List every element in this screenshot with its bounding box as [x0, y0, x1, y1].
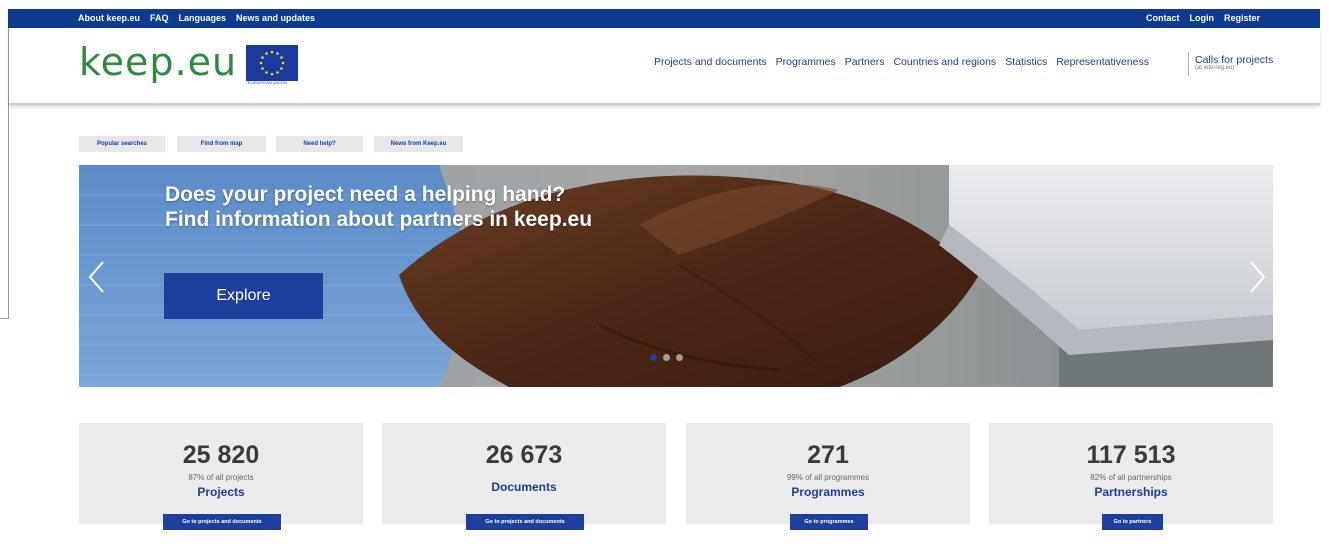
eu-caption: EUROPEAN UNION [248, 80, 288, 85]
frame-edge-tick [0, 318, 9, 319]
hero-line-1: Does your project need a helping hand? [165, 183, 566, 206]
nav-divider [1188, 52, 1189, 76]
nav-projects-documents[interactable]: Projects and documents [654, 56, 767, 68]
utility-links-left: About keep.eu FAQ Languages News and upd… [78, 13, 315, 23]
eu-flag-icon [246, 45, 298, 81]
news-from-keep-button[interactable]: News from Keep.eu [374, 136, 463, 152]
nav-programmes[interactable]: Programmes [776, 56, 836, 68]
stat-label: Partnerships [1094, 485, 1168, 499]
need-help-button[interactable]: Need help? [276, 136, 363, 152]
languages-link[interactable]: Languages [179, 13, 227, 23]
top-utility-bar: About keep.eu FAQ Languages News and upd… [8, 9, 1320, 28]
site-header: keep.eu EUROPEAN UNION Projects and docu… [9, 28, 1320, 105]
hero-carousel: Does your project need a helping hand? F… [79, 165, 1273, 387]
explore-button[interactable]: Explore [164, 273, 323, 319]
site-logo[interactable]: keep.eu [79, 42, 237, 82]
page: About keep.eu FAQ Languages News and upd… [0, 0, 1329, 546]
carousel-prev-icon[interactable] [87, 260, 107, 294]
go-to-partners-button[interactable]: Go to partners [1102, 514, 1163, 530]
stat-percentage: 87% of all projects [188, 473, 254, 482]
popular-searches-button[interactable]: Popular searches [79, 136, 165, 152]
carousel-dot-2[interactable] [663, 354, 670, 361]
news-updates-link[interactable]: News and updates [236, 13, 315, 23]
go-to-documents-button[interactable]: Go to projects and documents [466, 514, 584, 530]
hero-line-2: Find information about partners in keep.… [165, 208, 593, 231]
faq-link[interactable]: FAQ [150, 13, 169, 23]
stat-number: 25 820 [182, 441, 260, 469]
stat-card-projects: 25 820 87% of all projects Projects Go t… [79, 423, 363, 530]
carousel-dot-3[interactable] [676, 354, 683, 361]
stat-number: 117 513 [1086, 441, 1176, 469]
about-link[interactable]: About keep.eu [78, 13, 140, 23]
calls-for-projects-link[interactable]: Calls for projects (at interreg.eu) [1195, 54, 1273, 71]
carousel-dot-1[interactable] [650, 354, 657, 361]
carousel-dots [650, 354, 683, 361]
find-from-map-button[interactable]: Find from map [177, 136, 266, 152]
utility-links-right: Contact Login Register [1146, 13, 1260, 23]
carousel-next-icon[interactable] [1247, 260, 1267, 294]
stat-percentage: 82% of all partnerships [1090, 473, 1172, 482]
stat-number: 271 [807, 441, 849, 469]
register-link[interactable]: Register [1224, 13, 1260, 23]
stat-card-partnerships: 117 513 82% of all partnerships Partners… [989, 423, 1273, 530]
stat-label: Programmes [791, 485, 865, 499]
stat-number: 26 673 [485, 441, 563, 469]
nav-representativeness[interactable]: Representativeness [1056, 56, 1149, 68]
main-navigation: Projects and documents Programmes Partne… [654, 56, 1158, 68]
nav-partners[interactable]: Partners [845, 56, 885, 68]
nav-countries-regions[interactable]: Countries and regions [893, 56, 996, 68]
stat-percentage: 99% of all programmes [786, 473, 870, 482]
nav-statistics[interactable]: Statistics [1005, 56, 1047, 68]
hero-headline: Does your project need a helping hand? F… [165, 182, 592, 232]
go-to-projects-button[interactable]: Go to projects and documents [163, 514, 281, 530]
contact-link[interactable]: Contact [1146, 13, 1180, 23]
go-to-programmes-button[interactable]: Go to programmes [790, 514, 868, 530]
stat-card-programmes: 271 99% of all programmes Programmes Go … [686, 423, 970, 530]
stat-label: Documents [491, 480, 557, 494]
login-link[interactable]: Login [1189, 13, 1214, 23]
stat-card-documents: 26 673 Documents Go to projects and docu… [382, 423, 666, 530]
stat-label: Projects [197, 485, 245, 499]
